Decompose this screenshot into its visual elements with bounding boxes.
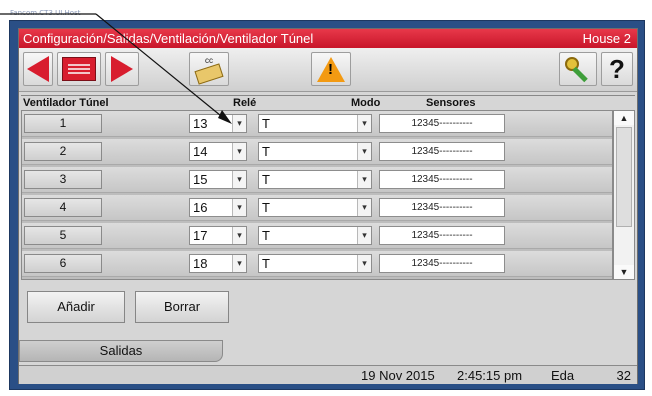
callout-pointer xyxy=(0,13,232,124)
